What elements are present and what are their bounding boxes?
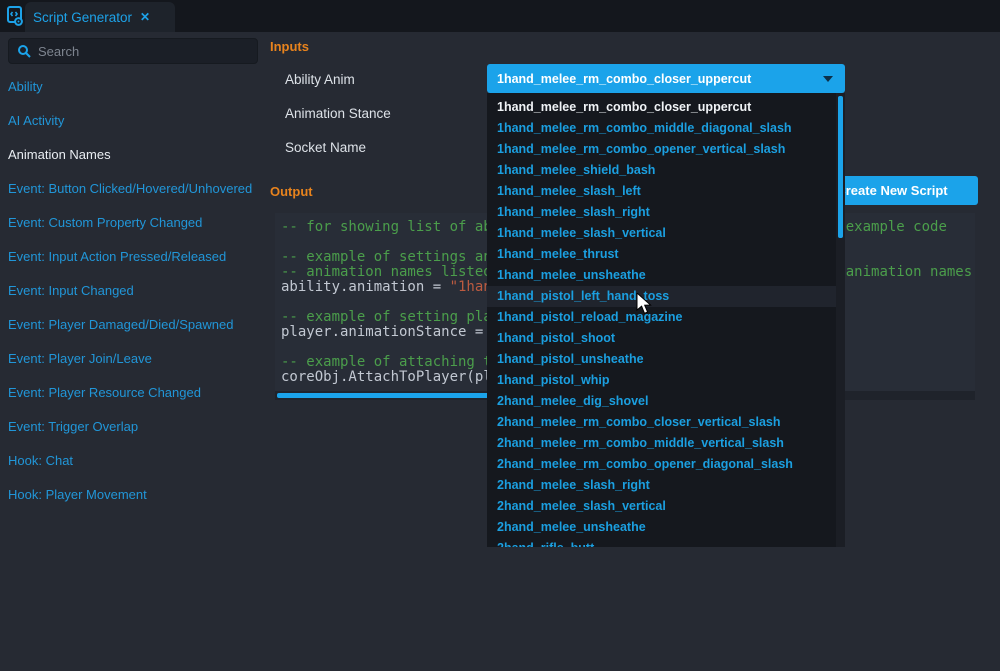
ability-anim-dropdown-list: 1hand_melee_rm_combo_closer_uppercut1han…	[487, 93, 845, 547]
sidebar-item[interactable]: Event: Player Damaged/Died/Spawned	[0, 307, 262, 341]
output-header: Output	[270, 184, 313, 199]
dropdown-option[interactable]: 1hand_pistol_left_hand_toss	[487, 286, 836, 307]
window-tab-bar: Script Generator ✕	[0, 0, 1000, 32]
dropdown-option[interactable]: 2hand_melee_slash_vertical	[487, 496, 836, 517]
dropdown-option[interactable]: 2hand_melee_unsheathe	[487, 517, 836, 538]
field-label-socket-name: Socket Name	[285, 140, 366, 155]
chevron-down-icon	[823, 76, 833, 82]
dropdown-option[interactable]: 1hand_pistol_reload_magazine	[487, 307, 836, 328]
dropdown-option[interactable]: 1hand_melee_unsheathe	[487, 265, 836, 286]
sidebar-item[interactable]: Event: Player Join/Leave	[0, 341, 262, 375]
sidebar-item[interactable]: Hook: Chat	[0, 443, 262, 477]
sidebar-item[interactable]: Ability	[0, 69, 262, 103]
search-input[interactable]: Search	[8, 38, 258, 64]
dropdown-option[interactable]: 2hand_melee_dig_shovel	[487, 391, 836, 412]
ability-anim-select[interactable]: 1hand_melee_rm_combo_closer_uppercut	[487, 64, 845, 93]
field-label-ability-anim: Ability Anim	[285, 72, 355, 87]
inputs-header: Inputs	[270, 39, 309, 54]
tab-close-icon[interactable]: ✕	[140, 11, 150, 23]
dropdown-option[interactable]: 1hand_melee_thrust	[487, 244, 836, 265]
sidebar-item[interactable]: Hook: Player Movement	[0, 477, 262, 511]
dropdown-option[interactable]: 1hand_melee_slash_left	[487, 181, 836, 202]
dropdown-option[interactable]: 2hand_melee_rm_combo_closer_vertical_sla…	[487, 412, 836, 433]
dropdown-option[interactable]: 2hand_melee_rm_combo_middle_vertical_sla…	[487, 433, 836, 454]
tab-script-generator[interactable]: Script Generator ✕	[25, 2, 175, 32]
sidebar: Search AbilityAI ActivityAnimation Names…	[0, 32, 262, 671]
dropdown-option[interactable]: 1hand_melee_slash_vertical	[487, 223, 836, 244]
dropdown-option[interactable]: 2hand_melee_slash_right	[487, 475, 836, 496]
dropdown-option[interactable]: 1hand_pistol_unsheathe	[487, 349, 836, 370]
tab-title: Script Generator	[33, 10, 132, 25]
dropdown-option[interactable]: 1hand_pistol_shoot	[487, 328, 836, 349]
field-label-animation-stance: Animation Stance	[285, 106, 391, 121]
script-generator-icon	[5, 5, 27, 27]
sidebar-item[interactable]: Event: Player Resource Changed	[0, 375, 262, 409]
dropdown-option[interactable]: 1hand_melee_rm_combo_closer_uppercut	[487, 97, 836, 118]
dropdown-option[interactable]: 1hand_melee_rm_combo_opener_vertical_sla…	[487, 139, 836, 160]
sidebar-item[interactable]: Event: Custom Property Changed	[0, 205, 262, 239]
search-icon	[17, 44, 31, 58]
sidebar-item[interactable]: Event: Input Changed	[0, 273, 262, 307]
dropdown-option[interactable]: 2hand_melee_rm_combo_opener_diagonal_sla…	[487, 454, 836, 475]
sidebar-item[interactable]: Event: Input Action Pressed/Released	[0, 239, 262, 273]
sidebar-item[interactable]: Event: Button Clicked/Hovered/Unhovered	[0, 171, 262, 205]
sidebar-item[interactable]: AI Activity	[0, 103, 262, 137]
dropdown-scrollbar-thumb[interactable]	[838, 96, 843, 238]
dropdown-scrollbar[interactable]	[836, 93, 845, 547]
dropdown-option[interactable]: 1hand_melee_shield_bash	[487, 160, 836, 181]
sidebar-item[interactable]: Event: Trigger Overlap	[0, 409, 262, 443]
dropdown-option[interactable]: 2hand_rifle_butt	[487, 538, 836, 547]
ability-anim-selected-value: 1hand_melee_rm_combo_closer_uppercut	[497, 72, 823, 86]
dropdown-option[interactable]: 1hand_pistol_whip	[487, 370, 836, 391]
search-placeholder: Search	[38, 44, 79, 59]
sidebar-item[interactable]: Animation Names	[0, 137, 262, 171]
script-category-list: AbilityAI ActivityAnimation NamesEvent: …	[0, 69, 262, 511]
dropdown-option[interactable]: 1hand_melee_slash_right	[487, 202, 836, 223]
dropdown-option[interactable]: 1hand_melee_rm_combo_middle_diagonal_sla…	[487, 118, 836, 139]
